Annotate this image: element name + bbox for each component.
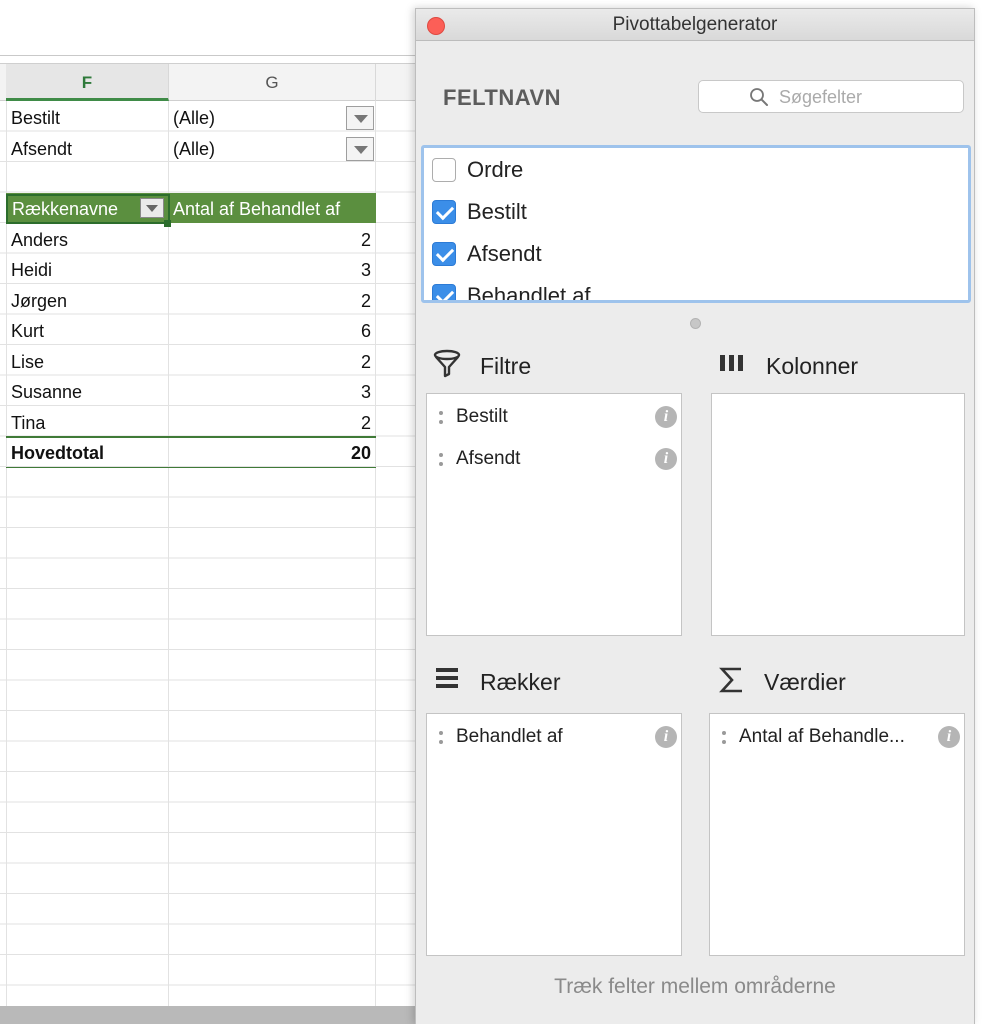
filter-dropdown-button[interactable] [346,106,374,130]
value-header[interactable]: Antal af Behandlet af [173,194,375,224]
info-icon[interactable]: i [655,406,677,428]
area-item-label: Antal af Behandle... [739,726,905,747]
pivot-row-value[interactable]: 2 [173,225,371,255]
panel-title: Pivottabelgenerator [612,14,778,35]
field-checkbox[interactable] [432,200,456,224]
drag-handle-icon[interactable] [439,411,443,425]
pivot-row-label[interactable]: Kurt [11,316,166,346]
columns-drop-zone[interactable] [711,393,965,636]
grand-total-value[interactable]: 20 [173,438,371,468]
filter-field-cell[interactable]: Bestilt [11,103,166,133]
search-icon [750,88,768,106]
field-label: Bestilt [467,199,527,224]
column-headers: F G [0,63,420,101]
area-item-label: Behandlet af [456,726,563,747]
formula-bar[interactable] [0,0,420,56]
field-label: Behandlet af [467,283,591,303]
filter-field-cell[interactable]: Afsendt [11,134,166,164]
search-input[interactable] [777,83,957,111]
filter-value-cell[interactable]: (Alle) [173,103,371,133]
rows-icon [436,668,458,688]
rows-area-title: Rækker [480,669,561,695]
pivot-row-label[interactable]: Jørgen [11,286,166,316]
filter-area-item-afsendt[interactable]: Afsendt i [439,444,679,474]
search-field[interactable] [698,80,964,113]
columns-icon [720,355,743,371]
filters-area-title: Filtre [480,353,532,379]
row-labels-dropdown-button[interactable] [140,198,164,218]
filter-value-cell[interactable]: (Alle) [173,134,371,164]
pivot-row-value[interactable]: 2 [173,347,371,377]
pivot-row-label[interactable]: Heidi [11,255,166,285]
panel-titlebar[interactable]: Pivottabelgenerator [416,9,974,41]
drag-handle-icon[interactable] [722,731,726,745]
pivot-row-label[interactable]: Susanne [11,377,166,407]
sigma-icon [719,667,742,693]
values-area-title: Værdier [764,669,846,695]
rows-drop-zone[interactable]: Behandlet af i [426,713,682,956]
values-drop-zone[interactable]: Antal af Behandle... i [709,713,965,956]
pivot-row-label[interactable]: Anders [11,225,166,255]
field-checkbox[interactable] [432,242,456,266]
area-item-label: Bestilt [456,406,508,427]
row-area-item-behandlet-af[interactable]: Behandlet af i [439,722,679,752]
field-names-heading: FELTNAVN [443,85,562,110]
drag-handle-icon[interactable] [439,731,443,745]
field-list[interactable]: Ordre Bestilt Afsendt Behandlet af [421,145,971,303]
pivot-table-builder-panel: Pivottabelgenerator FELTNAVN Ordre Besti… [415,8,975,1024]
pivot-row-label[interactable]: Lise [11,347,166,377]
field-label: Afsendt [467,241,542,266]
funnel-icon [433,349,461,378]
field-checkbox[interactable] [432,158,456,182]
pivot-row-value[interactable]: 3 [173,255,371,285]
filters-drop-zone[interactable]: Bestilt i Afsendt i [426,393,682,636]
filter-area-item-bestilt[interactable]: Bestilt i [439,402,679,432]
drag-fields-hint: Træk felter mellem områderne [554,975,836,998]
info-icon[interactable]: i [938,726,960,748]
info-icon[interactable]: i [655,448,677,470]
pivot-row-label[interactable]: Tina [11,408,166,438]
pivot-row-value[interactable]: 2 [173,286,371,316]
column-header-f[interactable]: F [6,64,169,101]
sheet-scrollbar[interactable] [0,1006,420,1024]
splitter-handle[interactable] [690,318,701,329]
pivot-row-value[interactable]: 6 [173,316,371,346]
field-label: Ordre [467,157,524,182]
info-icon[interactable]: i [655,726,677,748]
pivot-row-value[interactable]: 3 [173,377,371,407]
grand-total-label[interactable]: Hovedtotal [11,438,166,468]
drag-handle-icon[interactable] [439,453,443,467]
value-area-item[interactable]: Antal af Behandle... i [722,722,962,752]
total-bottom-border [6,467,376,468]
filter-dropdown-button[interactable] [346,137,374,161]
field-checkbox[interactable] [432,284,456,300]
area-item-label: Afsendt [456,448,521,469]
pivot-row-value[interactable]: 2 [173,408,371,438]
columns-area-title: Kolonner [766,353,859,379]
column-header-g[interactable]: G [169,64,376,101]
